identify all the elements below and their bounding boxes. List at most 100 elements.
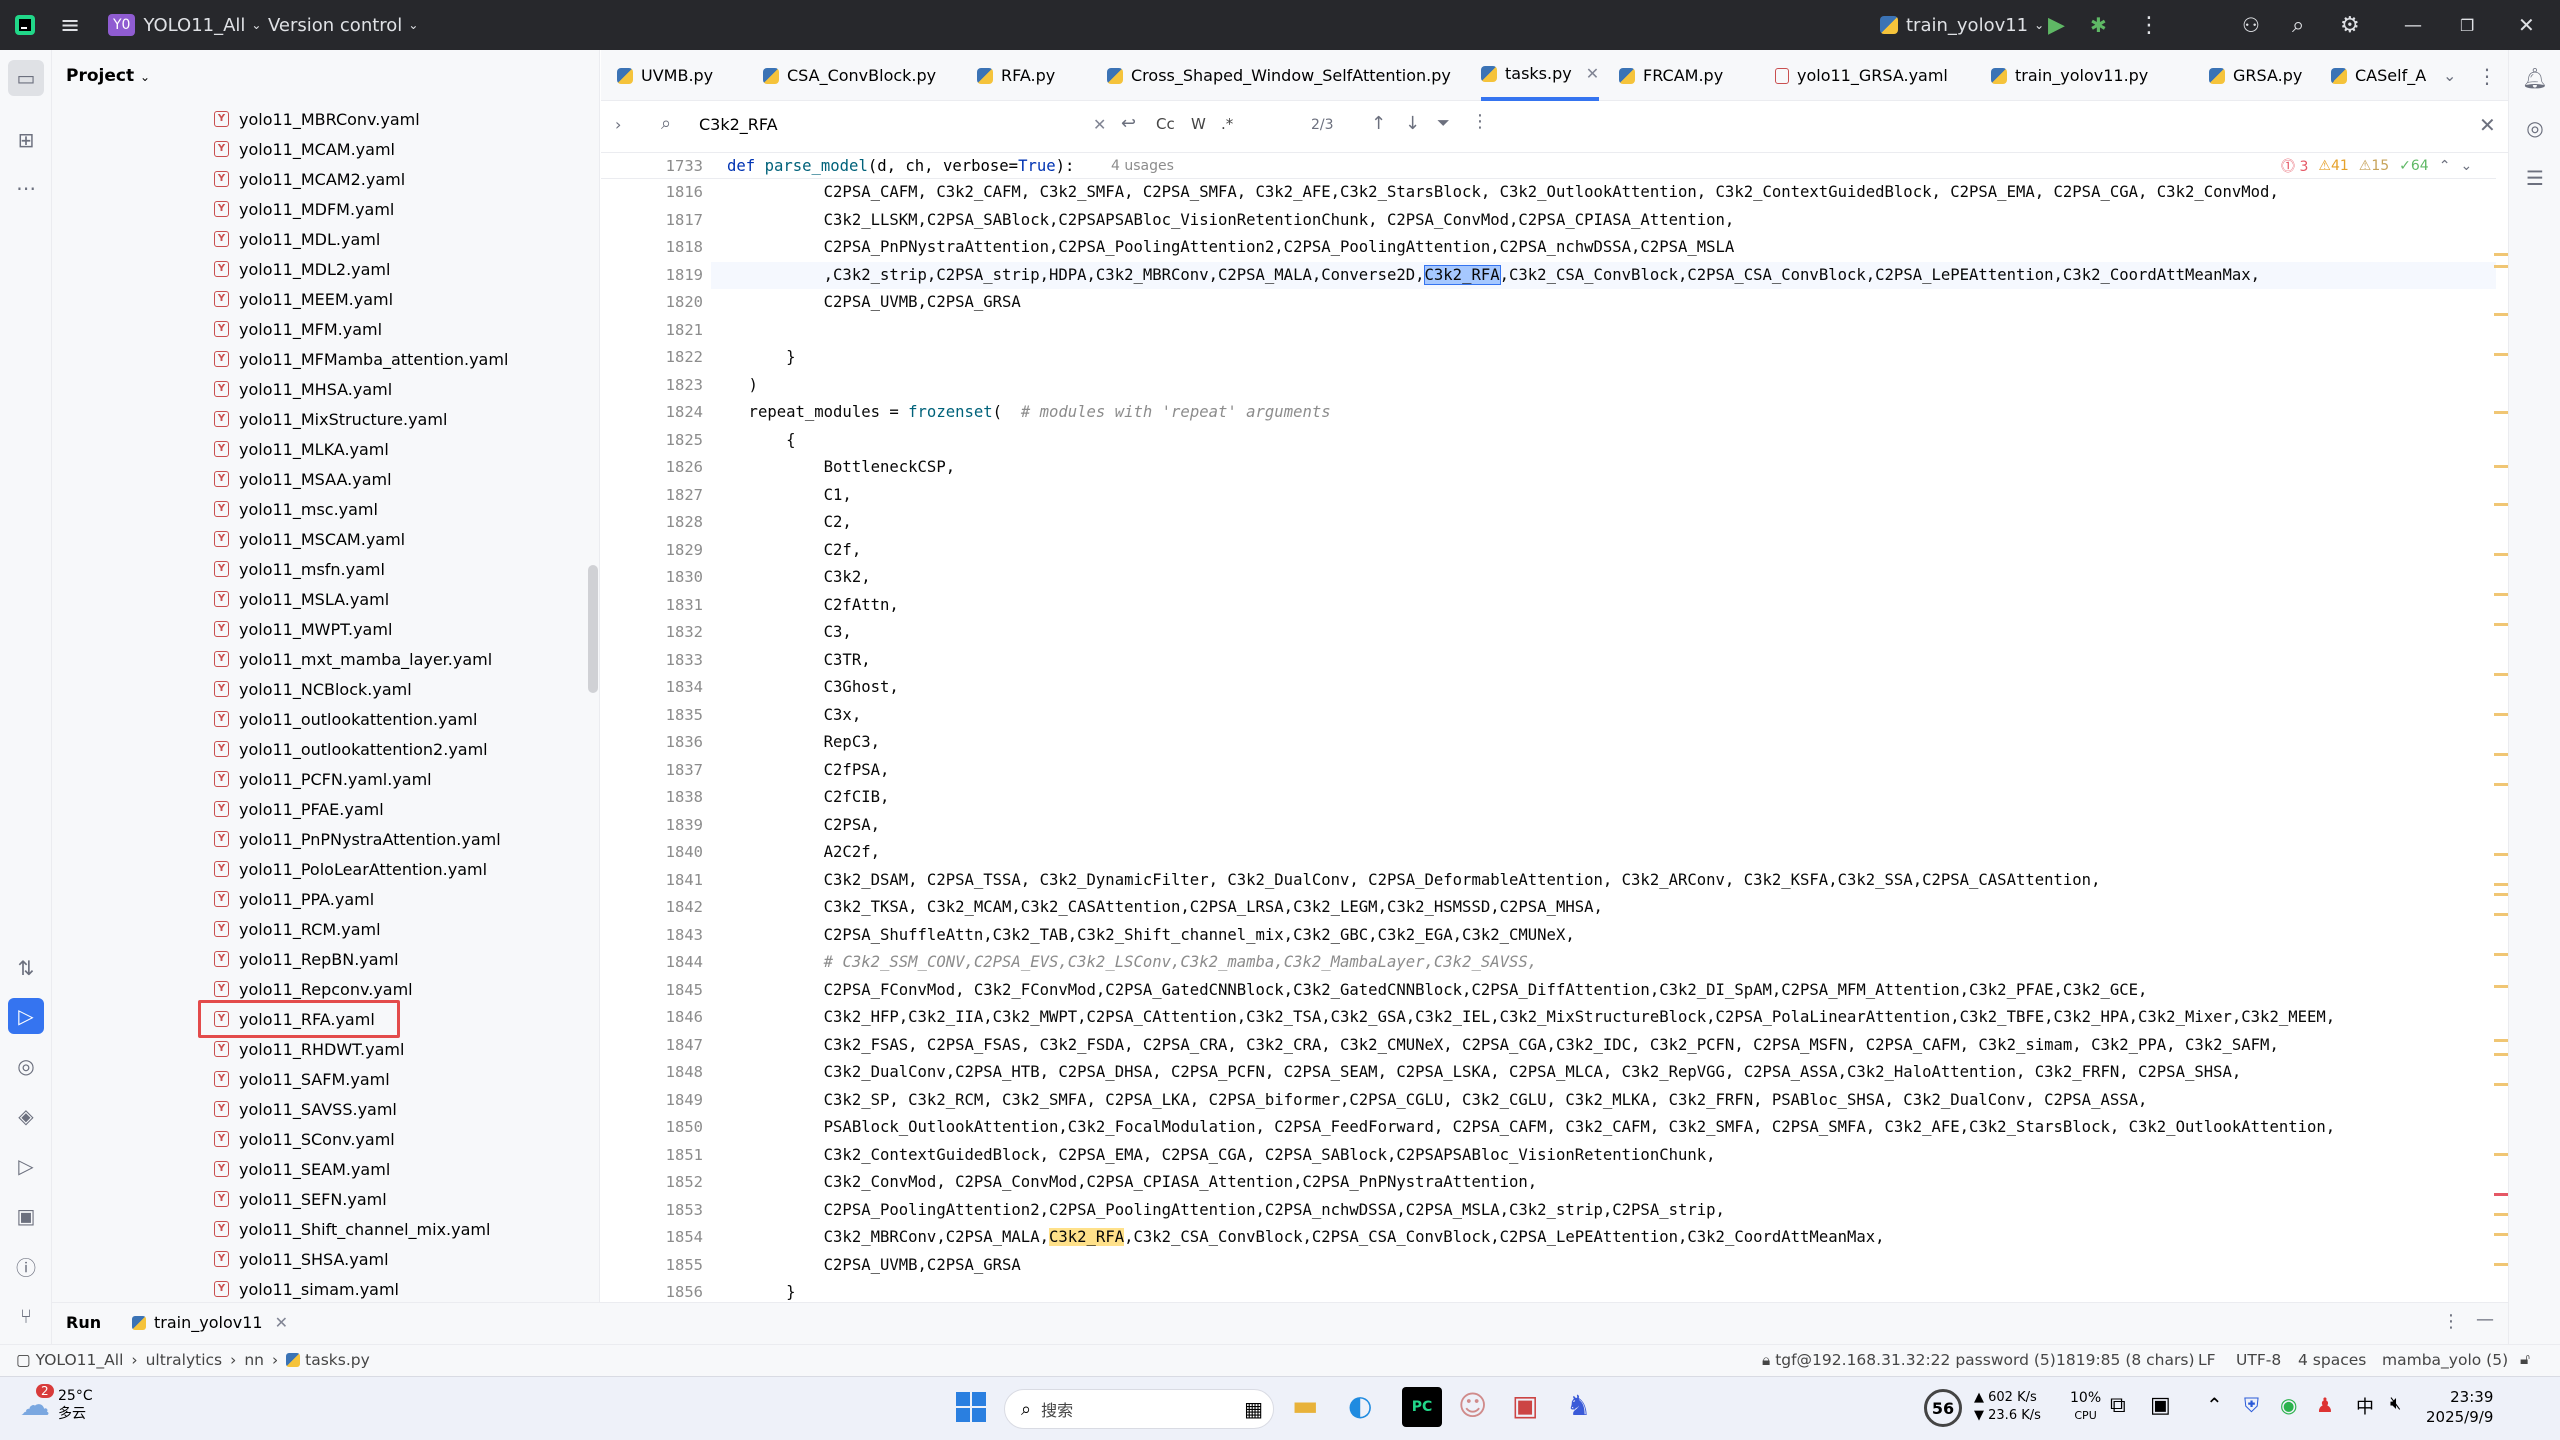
problems-icon[interactable]: ⓘ [8,1248,44,1284]
tab-more-icon[interactable]: ⋮ [2477,50,2497,101]
code-line[interactable]: C2PSA_FConvMod, C3k2_FConvMod,C2PSA_Gate… [711,977,2496,1005]
regex-toggle[interactable]: .* [1221,115,1233,133]
file-tree-item[interactable]: Yyolo11_MCAM2.yaml [214,164,405,194]
tray-user-icon[interactable]: ♟ [2316,1393,2334,1417]
file-tree-item[interactable]: Yyolo11_Shift_channel_mix.yaml [214,1214,490,1244]
stripe-mark[interactable] [2494,1053,2508,1056]
stripe-mark[interactable] [2494,553,2508,556]
file-tree-item[interactable]: Yyolo11_PnPNystraAttention.yaml [214,824,501,854]
performance-score[interactable]: 56 [1924,1389,1962,1427]
code-line[interactable]: C3k2_LLSKM,C2PSA_SABlock,C2PSAPSABloc_Vi… [711,207,2496,235]
chevron-down-icon[interactable]: ⌄ [2460,158,2472,174]
file-tree-item[interactable]: Yyolo11_PCFN.yaml.yaml [214,764,432,794]
stripe-mark[interactable] [2494,1083,2508,1086]
code-line[interactable]: C2fAttn, [711,592,2496,620]
match-case-toggle[interactable]: Cc [1156,115,1175,133]
stripe-mark[interactable] [2494,783,2508,786]
code-line[interactable]: PSABlock_OutlookAttention,C3k2_FocalModu… [711,1114,2496,1142]
code-line[interactable]: C3, [711,619,2496,647]
start-button[interactable] [955,1391,987,1423]
code-line[interactable]: C2, [711,509,2496,537]
code-line[interactable]: C2f, [711,537,2496,565]
code-line[interactable]: C3x, [711,702,2496,730]
code-line[interactable]: repeat_modules = frozenset( # modules wi… [711,399,2496,427]
breadcrumb-project[interactable]: ▢ YOLO11_All [16,1351,123,1369]
stripe-mark[interactable] [2494,673,2508,676]
notifications-bell-icon[interactable]: 🔔︎ [2517,60,2553,96]
stripe-mark[interactable] [2494,411,2508,414]
tab-tasks[interactable]: tasks.py ✕ [1481,50,1600,101]
expand-replace-icon[interactable]: › [615,115,621,134]
file-tree-item[interactable]: Yyolo11_RHDWT.yaml [214,1034,404,1064]
stripe-mark[interactable] [2494,883,2508,886]
file-tree-item[interactable]: Yyolo11_MDFM.yaml [214,194,394,224]
code-line[interactable]: ) [711,372,2496,400]
add-user-icon[interactable]: ⚇ [2242,0,2260,50]
close-tab-icon[interactable]: ✕ [275,1313,288,1332]
media-app-icon[interactable]: ▣ [1512,1389,1538,1422]
settings-gear-icon[interactable]: ⚙ [2340,0,2360,50]
code-editor[interactable]: C2PSA_CAFM, C3k2_CAFM, C3k2_SMFA, C2PSA_… [711,153,2496,1302]
file-explorer-icon[interactable]: ▬ [1292,1389,1318,1422]
deployment-icon[interactable]: ⇅ [8,950,44,986]
volume-mute-icon[interactable]: 🔇︎ [2390,1393,2401,1414]
tab-caself[interactable]: CASelf_A [2331,50,2426,101]
file-tree-item[interactable]: Yyolo11_SEFN.yaml [214,1184,387,1214]
stripe-mark[interactable] [2494,313,2508,316]
code-line[interactable]: { [711,427,2496,455]
database-icon[interactable]: ☰ [2517,160,2553,196]
usages-hint[interactable]: 4 usages [1111,153,1174,179]
file-tree-item[interactable]: Yyolo11_SEAM.yaml [214,1154,390,1184]
tab-list-chevron-icon[interactable]: ⌄ [2443,50,2456,101]
wechat-icon[interactable]: ◉ [2280,1393,2297,1417]
code-line[interactable]: # C3k2_SSM_CONV,C2PSA_EVS,C3k2_LSConv,C3… [711,949,2496,977]
git-icon[interactable]: ⑂ [8,1298,44,1334]
code-line[interactable]: C2PSA_CAFM, C3k2_CAFM, C3k2_SMFA, C2PSA_… [711,179,2496,207]
code-line[interactable] [711,317,2496,345]
file-tree-item[interactable]: Yyolo11_MFM.yaml [214,314,382,344]
breadcrumb-tasks[interactable]: tasks.py [286,1351,370,1369]
inspection-widget[interactable]: ⓵ 3 ⚠41 ⚠15 ✓64 ⌃ ⌄ [2281,153,2472,179]
code-line[interactable]: C2PSA_PnPNystraAttention,C2PSA_PoolingAt… [711,234,2496,262]
python-console-icon[interactable]: ◎ [8,1048,44,1084]
pycharm-taskbar-icon[interactable]: PC [1402,1387,1442,1427]
breadcrumb-ultralytics[interactable]: ultralytics [146,1351,223,1369]
terminal-icon[interactable]: ▣ [8,1198,44,1234]
file-tree-item[interactable]: Yyolo11_PoloLearAttention.yaml [214,854,487,884]
file-tree-item[interactable]: Yyolo11_SConv.yaml [214,1124,395,1154]
file-tree-item[interactable]: Yyolo11_MEEM.yaml [214,284,393,314]
tab-uvmb[interactable]: UVMB.py [617,50,713,101]
minimize-icon[interactable]: — [2404,0,2422,50]
code-line[interactable]: } [711,344,2496,372]
stripe-mark[interactable] [2494,713,2508,716]
project-scrollbar[interactable] [588,565,598,693]
file-tree-item[interactable]: Yyolo11_msc.yaml [214,494,378,524]
structure-icon[interactable]: ⊞ [8,122,44,158]
tray-app-icon[interactable]: ⧉ [2110,1393,2126,1418]
file-tree-item[interactable]: Yyolo11_NCBlock.yaml [214,674,412,704]
indent-setting[interactable]: 4 spaces [2298,1351,2366,1369]
tab-grsa[interactable]: GRSA.py [2209,50,2302,101]
run-config-selector[interactable]: train_yolov11 ⌄ [1880,0,2044,50]
error-stripe[interactable] [2494,153,2508,1302]
game-app-icon[interactable]: ♞ [1566,1389,1591,1422]
ai-assistant-icon[interactable]: ◎ [2517,110,2553,146]
file-tree-item[interactable]: Yyolo11_MCAM.yaml [214,134,395,164]
code-line[interactable]: C1, [711,482,2496,510]
more-tools-icon[interactable]: ⋯ [8,170,44,206]
run-tool-icon[interactable]: ▷ [8,998,44,1034]
file-tree-item[interactable]: Yyolo11_MSCAM.yaml [214,524,405,554]
file-tree-item[interactable]: Yyolo11_MDL.yaml [214,224,380,254]
file-tree-item[interactable]: Yyolo11_MWPT.yaml [214,614,392,644]
edge-browser-icon[interactable]: ◐ [1348,1389,1372,1422]
code-line[interactable]: C2fPSA, [711,757,2496,785]
words-toggle[interactable]: W [1191,115,1206,133]
remote-host[interactable]: 🔒︎ tgf@192.168.31.32:22 password (5) [1762,1351,2056,1370]
stripe-mark[interactable] [2494,253,2508,256]
code-line[interactable]: C2PSA_UVMB,C2PSA_GRSA [711,289,2496,317]
file-tree-item[interactable]: Yyolo11_RepBN.yaml [214,944,399,974]
file-tree-item[interactable]: Yyolo11_MBRConv.yaml [214,104,420,134]
run-tab-train[interactable]: train_yolov11 ✕ [132,1313,288,1332]
ime-indicator[interactable]: 中 [2356,1393,2374,1419]
project-folder-icon[interactable]: ▭ [8,60,44,96]
